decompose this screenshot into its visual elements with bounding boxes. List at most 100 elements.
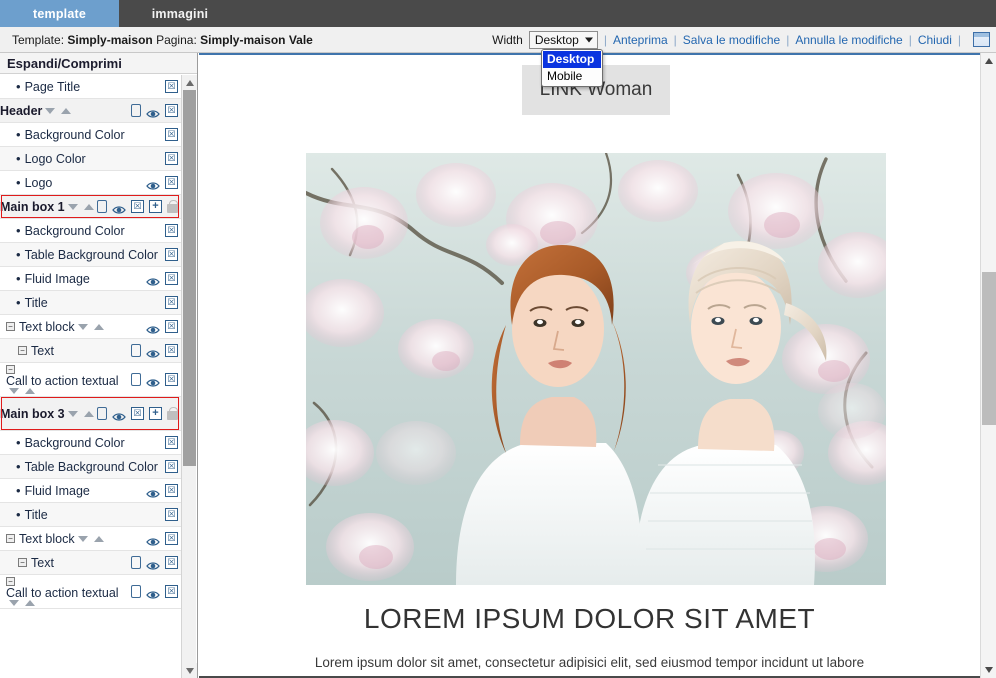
preview-scroll-thumb[interactable] <box>982 272 996 425</box>
tree-row[interactable]: • Background Color ☒ <box>0 431 182 455</box>
eye-icon[interactable] <box>146 375 160 387</box>
tree-row[interactable]: • Fluid Image ☒ <box>0 479 182 503</box>
target-icon[interactable]: ☒ <box>165 296 178 309</box>
target-icon[interactable]: ☒ <box>165 224 178 237</box>
annulla-modifiche-link[interactable]: Annulla le modifiche <box>795 33 902 47</box>
tree-row[interactable]: Main box 1 ☒ + <box>0 195 182 219</box>
eye-icon[interactable] <box>146 106 160 118</box>
target-icon[interactable]: ☒ <box>165 508 178 521</box>
triangle-up-icon[interactable] <box>93 323 104 330</box>
tree-row[interactable]: Main box 3 ☒ + <box>0 397 182 431</box>
eye-icon[interactable] <box>146 178 160 190</box>
tab-template[interactable]: template <box>0 0 119 27</box>
target-icon[interactable]: ☒ <box>165 272 178 285</box>
sidebar-scroll-thumb[interactable] <box>183 90 196 466</box>
triangle-up-icon[interactable] <box>25 388 35 394</box>
plus-icon[interactable]: + <box>149 200 162 213</box>
tree-row[interactable]: − Text ☒ <box>0 551 182 575</box>
eye-icon[interactable] <box>146 587 160 599</box>
collapse-toggle-icon[interactable]: − <box>6 322 15 331</box>
collapse-toggle-icon[interactable]: − <box>18 558 27 567</box>
target-icon[interactable]: ☒ <box>165 484 178 497</box>
tree-row[interactable]: • Fluid Image ☒ <box>0 267 182 291</box>
anteprima-link[interactable]: Anteprima <box>613 33 668 47</box>
tree-row[interactable]: • Background Color ☒ <box>0 123 182 147</box>
salva-modifiche-link[interactable]: Salva le modifiche <box>683 33 780 47</box>
tree-row[interactable]: − Call to action textual ☒ <box>0 363 182 397</box>
width-option-mobile[interactable]: Mobile <box>543 68 601 85</box>
collapse-toggle-icon[interactable]: − <box>18 346 27 355</box>
tree-row[interactable]: − Text block ☒ <box>0 527 182 551</box>
target-icon[interactable]: ☒ <box>165 80 178 93</box>
expand-collapse-header[interactable]: Espandi/Comprimi <box>0 53 197 74</box>
eye-icon[interactable] <box>146 534 160 546</box>
tree-row[interactable]: − Call to action textual ☒ <box>0 575 182 609</box>
target-icon[interactable]: ☒ <box>165 104 178 117</box>
triangle-down-icon[interactable] <box>77 535 88 542</box>
target-icon[interactable]: ☒ <box>165 460 178 473</box>
target-icon[interactable]: ☒ <box>165 373 178 386</box>
tree-row[interactable]: − Text ☒ <box>0 339 182 363</box>
eye-icon[interactable] <box>112 202 126 214</box>
preview-scroll-down-button[interactable] <box>981 662 996 678</box>
target-icon[interactable]: ☒ <box>165 320 178 333</box>
eye-icon[interactable] <box>146 558 160 570</box>
target-icon[interactable]: ☒ <box>165 436 178 449</box>
mobile-icon[interactable] <box>131 585 141 598</box>
triangle-down-icon[interactable] <box>67 410 78 417</box>
mobile-icon[interactable] <box>131 556 141 569</box>
tree-row[interactable]: • Background Color ☒ <box>0 219 182 243</box>
target-icon[interactable]: ☒ <box>165 128 178 141</box>
triangle-up-icon[interactable] <box>61 107 72 114</box>
target-icon[interactable]: ☒ <box>131 407 144 420</box>
tree-row[interactable]: • Logo ☒ <box>0 171 182 195</box>
width-select[interactable]: Desktop <box>528 30 598 49</box>
tree-row[interactable]: − Text block ☒ <box>0 315 182 339</box>
triangle-up-icon[interactable] <box>83 203 94 210</box>
eye-icon[interactable] <box>146 274 160 286</box>
mobile-icon[interactable] <box>131 104 141 117</box>
target-icon[interactable]: ☒ <box>165 585 178 598</box>
triangle-up-icon[interactable] <box>25 600 35 606</box>
chiudi-link[interactable]: Chiudi <box>918 33 952 47</box>
triangle-down-icon[interactable] <box>77 323 88 330</box>
browser-window-icon[interactable] <box>973 32 990 47</box>
preview-scroll-up-button[interactable] <box>981 53 996 69</box>
tree-row[interactable]: • Logo Color ☒ <box>0 147 182 171</box>
hero-image[interactable] <box>306 153 886 585</box>
triangle-down-icon[interactable] <box>9 388 19 394</box>
triangle-down-icon[interactable] <box>45 107 56 114</box>
mobile-icon[interactable] <box>97 407 107 420</box>
tree-row[interactable]: • Title ☒ <box>0 503 182 527</box>
triangle-down-icon[interactable] <box>67 203 78 210</box>
target-icon[interactable]: ☒ <box>165 248 178 261</box>
tree-row[interactable]: • Page Title ☒ <box>0 75 182 99</box>
target-icon[interactable]: ☒ <box>165 556 178 569</box>
collapse-toggle-icon[interactable]: − <box>6 577 15 586</box>
tab-immagini[interactable]: immagini <box>119 0 241 27</box>
eye-icon[interactable] <box>146 322 160 334</box>
sidebar-scrollbar[interactable] <box>181 75 197 678</box>
sidebar-scroll-down-button[interactable] <box>182 663 197 678</box>
width-dropdown-menu[interactable]: Desktop Mobile <box>541 49 603 87</box>
target-icon[interactable]: ☒ <box>165 344 178 357</box>
target-icon[interactable]: ☒ <box>165 176 178 189</box>
sidebar-scroll-up-button[interactable] <box>182 75 197 90</box>
mobile-icon[interactable] <box>131 373 141 386</box>
tree-row[interactable]: • Table Background Color ☒ <box>0 243 182 267</box>
width-option-desktop[interactable]: Desktop <box>543 51 601 68</box>
tree-row[interactable]: Header ☒ <box>0 99 182 123</box>
collapse-toggle-icon[interactable]: − <box>6 365 15 374</box>
triangle-up-icon[interactable] <box>93 535 104 542</box>
eye-icon[interactable] <box>146 346 160 358</box>
mobile-icon[interactable] <box>97 200 107 213</box>
preview-scrollbar[interactable] <box>980 53 996 678</box>
eye-icon[interactable] <box>146 486 160 498</box>
target-icon[interactable]: ☒ <box>165 532 178 545</box>
triangle-down-icon[interactable] <box>9 600 19 606</box>
collapse-toggle-icon[interactable]: − <box>6 534 15 543</box>
tree-row[interactable]: • Title ☒ <box>0 291 182 315</box>
mobile-icon[interactable] <box>131 344 141 357</box>
target-icon[interactable]: ☒ <box>131 200 144 213</box>
triangle-up-icon[interactable] <box>83 410 94 417</box>
